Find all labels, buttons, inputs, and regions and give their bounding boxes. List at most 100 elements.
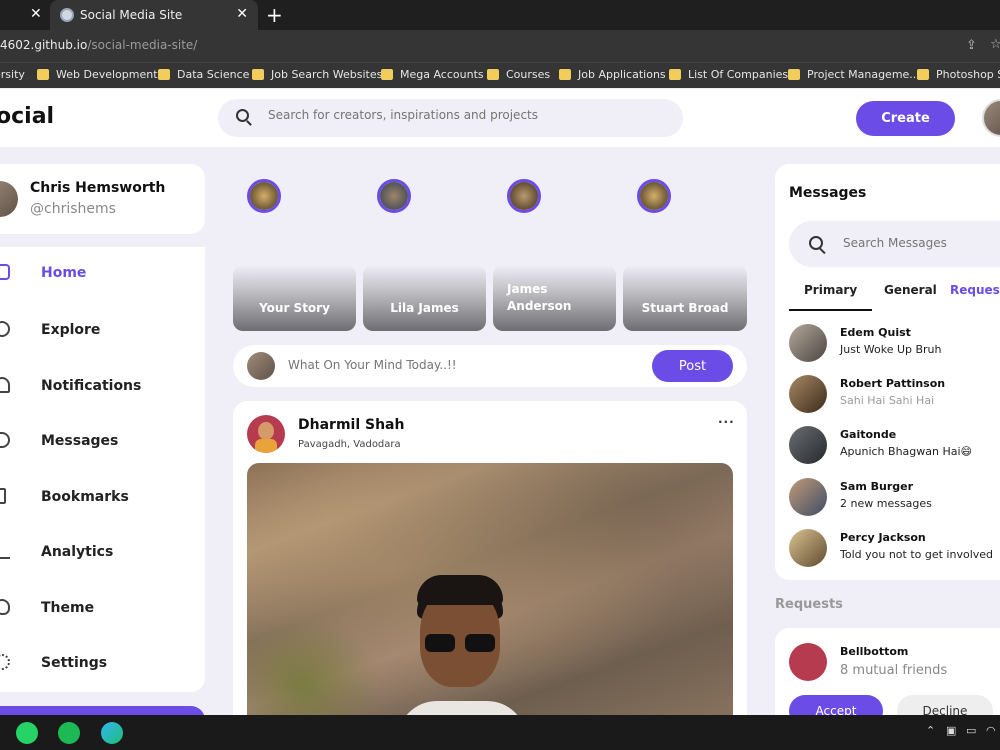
avatar [789,324,827,362]
folder-icon [559,69,571,80]
search-bar[interactable] [218,99,683,137]
post-image[interactable] [247,463,733,733]
edge-icon[interactable] [101,722,123,744]
post-button[interactable]: Post [652,350,733,382]
story-card[interactable]: James Anderson [493,265,616,331]
more-options-icon[interactable]: ··· [718,415,735,429]
bookmark-item[interactable]: Photoshop Sit [917,68,1000,81]
message-sender: Robert Pattinson [840,377,946,390]
search-input[interactable] [268,108,668,122]
bookmark-item[interactable]: Job Search Websites [252,68,382,81]
sidebar-item-messages[interactable]: Messages [0,415,205,467]
avatar[interactable] [247,415,285,453]
sidebar-item-label: Analytics [41,544,114,560]
bookmark-item[interactable]: List Of Companies [669,68,788,81]
search-icon [809,236,823,250]
story-card[interactable]: Stuart Broad [623,265,747,331]
message-item[interactable]: Robert Pattinson Sahi Hai Sahi Hai [789,375,1000,415]
story-card[interactable]: Your Story [233,265,356,331]
sidebar-item-bookmarks[interactable]: Bookmarks [0,471,205,523]
story-name: Lila James [390,301,459,315]
message-preview: Apunich Bhagwan Hai😄 [840,445,973,458]
messages-search[interactable] [789,221,1000,267]
sidebar-item-theme[interactable]: Theme [0,582,205,634]
sidebar-item-analytics[interactable]: Analytics [0,526,205,578]
battery-icon[interactable]: ▭ [966,724,976,737]
logo[interactable]: ocial [0,104,54,129]
new-tab-button[interactable]: + [266,3,283,27]
message-sender: Gaitonde [840,428,897,441]
message-sender: Sam Burger [840,480,914,493]
messages-title: Messages [789,185,867,201]
home-icon [0,264,10,280]
story-avatar[interactable] [637,179,671,213]
story-avatar[interactable] [377,179,411,213]
wifi-icon[interactable]: ◠ [986,724,996,737]
profile-card[interactable]: Chris Hemsworth @chrishems [0,164,205,234]
network-icon[interactable]: ▣ [946,724,956,737]
folder-icon [669,69,681,80]
bookmarks-bar: ersity Web Development Data Science Job … [0,62,1000,88]
bookmark-item[interactable]: Project Manageme... [788,68,920,81]
chevron-up-icon[interactable]: ⌃ [926,724,935,737]
sidebar-item-label: Home [41,265,87,281]
bookmark-item[interactable]: Web Development [37,68,158,81]
message-item[interactable]: Sam Burger 2 new messages [789,478,1000,518]
spotify-icon[interactable] [58,722,80,744]
bookmark-item[interactable]: Courses [487,68,550,81]
sidebar-item-explore[interactable]: Explore [0,304,205,356]
star-icon[interactable]: ☆ [990,37,1000,52]
folder-icon [252,69,264,80]
avatar [789,478,827,516]
tab-request[interactable]: Request [950,283,1000,297]
requests-title: Requests [775,597,843,612]
feed-post: Dharmil Shah Pavagadh, Vadodara ··· [233,401,747,733]
message-preview: Just Woke Up Bruh [840,343,942,356]
story-card[interactable]: Lila James [363,265,486,331]
sidebar-item-home[interactable]: Home [0,247,205,299]
tab-title: Social Media Site [80,8,183,22]
tab-close-icon[interactable]: ✕ [236,6,248,22]
message-item[interactable]: Gaitonde Apunich Bhagwan Hai😄 [789,426,1000,466]
browser-tab[interactable]: Social Media Site ✕ [50,0,258,30]
message-item[interactable]: Edem Quist Just Woke Up Bruh [789,324,1000,364]
browser-tab-bar: ✕ Social Media Site ✕ + [0,0,1000,30]
tab-primary[interactable]: Primary [789,283,873,311]
url-text: 4602.github.io/social-media-site/ [0,38,198,52]
folder-icon [158,69,170,80]
avatar [789,643,827,681]
avatar [789,375,827,413]
message-sender: Percy Jackson [840,531,926,544]
sidebar-item-label: Bookmarks [41,489,129,505]
sidebar-item-label: Messages [41,433,119,449]
story-avatar[interactable] [507,179,541,213]
tab-general[interactable]: General [884,283,937,297]
sidebar-item-label: Explore [41,322,101,338]
sidebar-item-label: Settings [41,655,108,671]
sidebar-item-notifications[interactable]: Notifications [0,360,205,412]
sidebar-item-settings[interactable]: Settings [0,637,205,689]
bookmark-item[interactable]: Data Science [158,68,249,81]
sidebar-item-label: Notifications [41,378,142,394]
whatsapp-icon[interactable] [16,722,38,744]
send-icon [0,432,10,448]
os-taskbar [0,715,1000,750]
post-input[interactable] [288,358,628,372]
avatar [247,352,275,380]
bookmark-item[interactable]: ersity [0,68,25,81]
gear-icon [0,654,10,670]
story-avatar[interactable] [247,179,281,213]
close-icon[interactable]: ✕ [30,6,42,22]
folder-icon [381,69,393,80]
message-item[interactable]: Percy Jackson Told you not to get involv… [789,529,1000,569]
story-name: Your Story [259,301,330,315]
share-icon[interactable]: ⇪ [966,38,977,53]
search-icon [236,109,249,122]
bookmark-item[interactable]: Mega Accounts [381,68,484,81]
messages-search-input[interactable] [843,236,1000,250]
post-author[interactable]: Dharmil Shah [298,417,404,433]
create-button[interactable]: Create [856,101,955,136]
bookmark-item[interactable]: Job Applications [559,68,666,81]
palette-icon [0,599,10,615]
address-bar[interactable]: 4602.github.io/social-media-site/ ⇪ ☆ [0,30,1000,62]
